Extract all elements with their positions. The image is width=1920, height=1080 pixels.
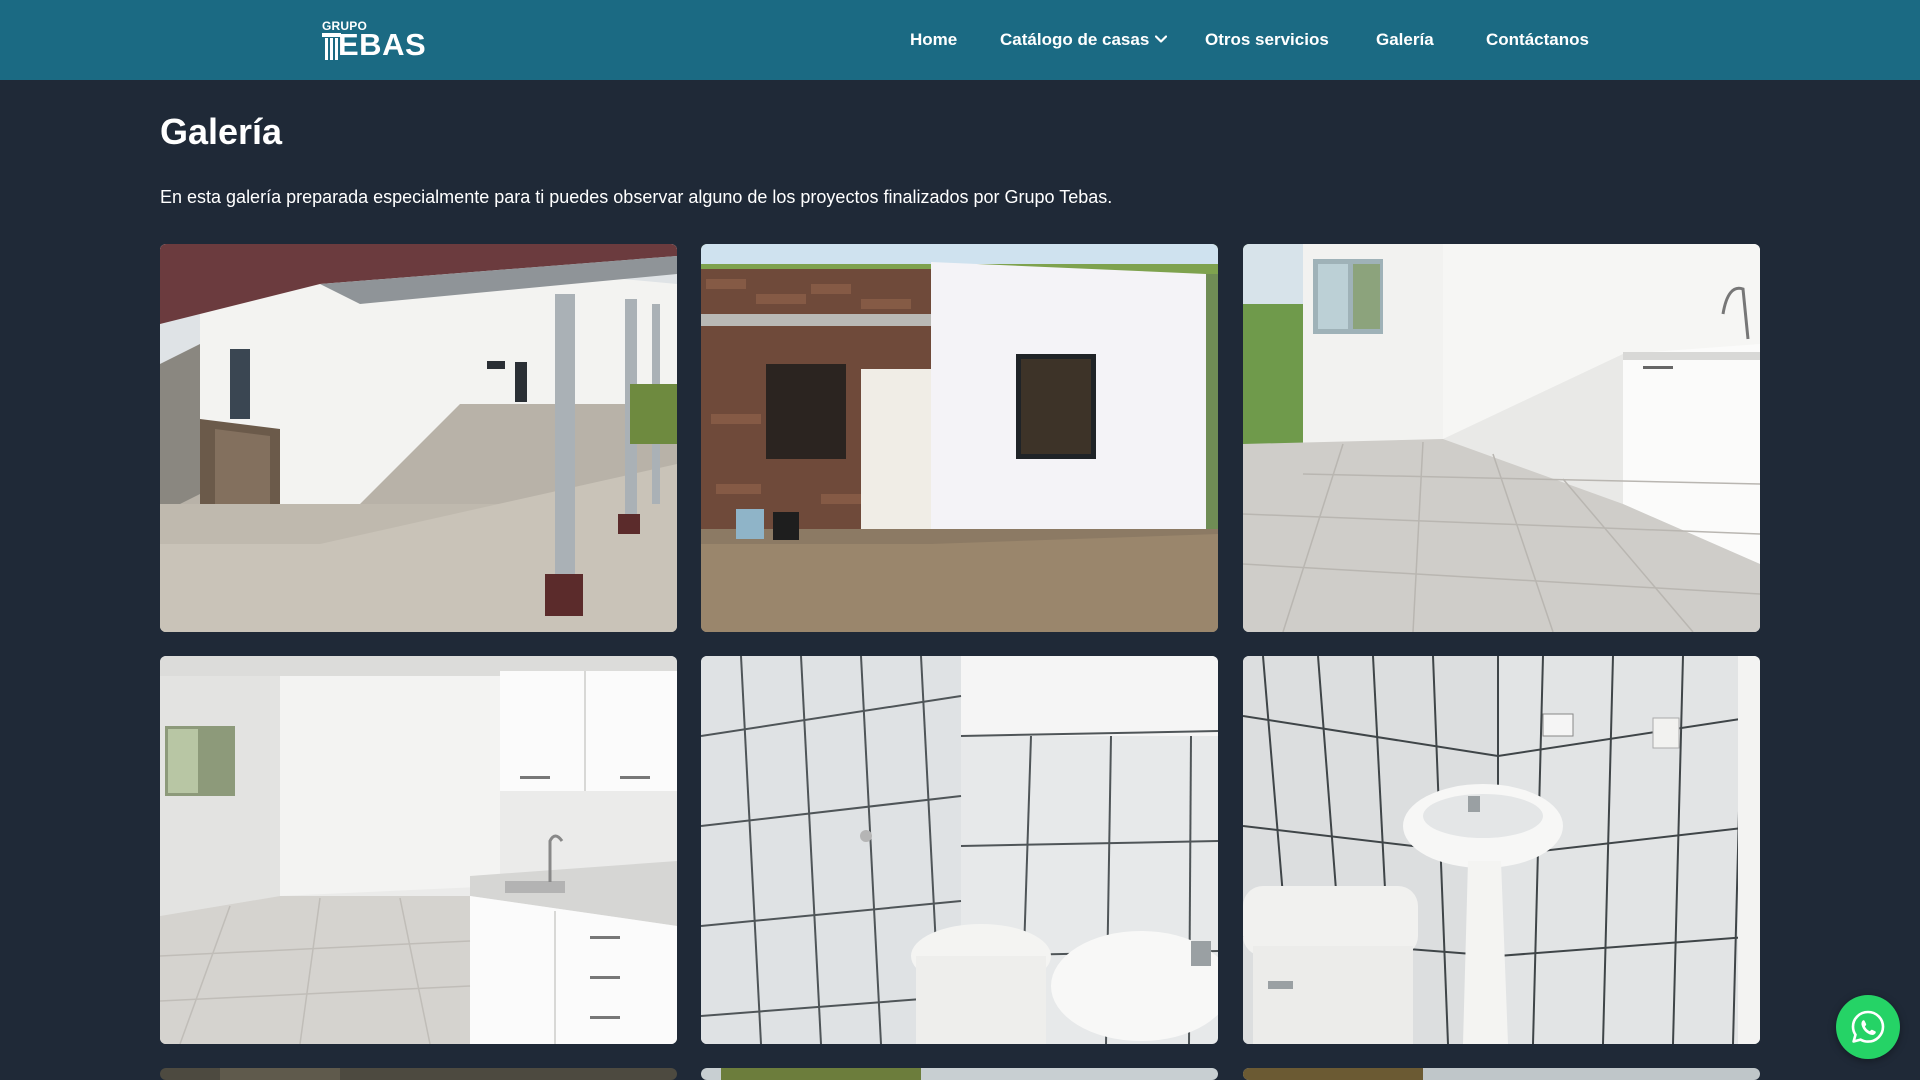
site-header: GRUPO EBAS Home Catálogo de casas Otros … xyxy=(0,0,1920,80)
nav-catalogo-de-casas[interactable]: Catálogo de casas xyxy=(1000,29,1168,51)
gallery-photo-row3-3[interactable] xyxy=(1243,1068,1760,1080)
photo-image xyxy=(160,244,677,632)
whatsapp-icon xyxy=(1851,1010,1885,1043)
gallery-photo-exterior-porch[interactable] xyxy=(160,244,677,632)
gallery-photo-row3-2[interactable] xyxy=(701,1068,1218,1080)
gallery-photo-row3-1[interactable] xyxy=(160,1068,677,1080)
photo-image xyxy=(160,656,677,1044)
photo-image xyxy=(1243,656,1760,1044)
page-title: Galería xyxy=(160,111,283,152)
photo-image xyxy=(1243,244,1760,632)
photo-image xyxy=(701,244,1218,632)
gallery-photo-bathroom-sink[interactable] xyxy=(1243,656,1760,1044)
gallery-photo-bathroom-wall[interactable] xyxy=(701,656,1218,1044)
gallery-photo-kitchen[interactable] xyxy=(160,656,677,1044)
gallery-photo-exterior-facade[interactable] xyxy=(701,244,1218,632)
photo-gallery xyxy=(160,244,1760,1080)
chevron-down-icon xyxy=(1155,35,1168,43)
nav-home[interactable]: Home xyxy=(910,29,957,51)
photo-image xyxy=(1243,1068,1760,1080)
nav-catalogo-label: Catálogo de casas xyxy=(1000,30,1150,49)
whatsapp-chat-button[interactable] xyxy=(1836,995,1900,1059)
nav-otros-servicios[interactable]: Otros servicios xyxy=(1205,29,1329,51)
nav-contactanos[interactable]: Contáctanos xyxy=(1486,29,1589,51)
photo-image xyxy=(160,1068,677,1080)
main-nav: Home Catálogo de casas Otros servicios G… xyxy=(0,0,1920,80)
nav-galeria[interactable]: Galería xyxy=(1376,29,1434,51)
gallery-intro: En esta galería preparada especialmente … xyxy=(160,187,1113,207)
photo-image xyxy=(701,656,1218,1044)
gallery-photo-interior-room[interactable] xyxy=(1243,244,1760,632)
photo-image xyxy=(701,1068,1218,1080)
